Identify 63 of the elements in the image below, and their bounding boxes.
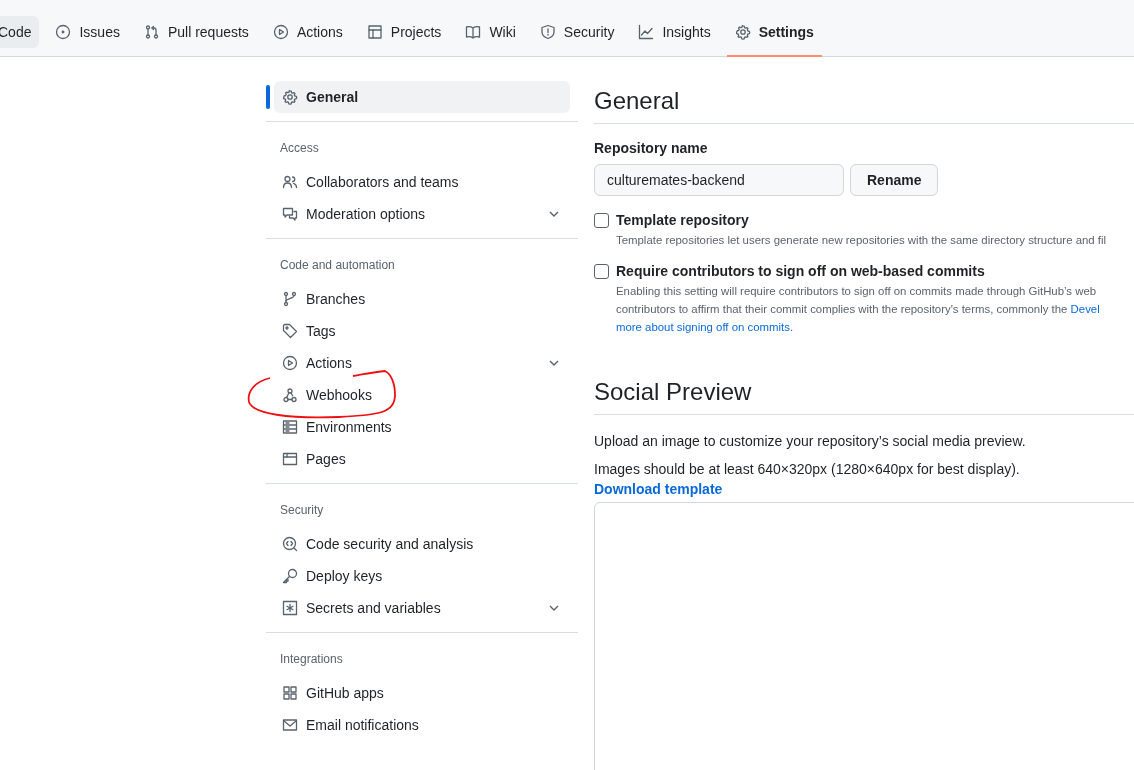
people-icon	[282, 174, 298, 190]
checkbox[interactable]	[594, 213, 609, 228]
sidebar-item[interactable]: Moderation options	[274, 198, 570, 230]
option-title: Template repository	[616, 212, 750, 228]
browser-window-icon	[282, 451, 298, 467]
apps-grid-icon	[282, 685, 298, 701]
repo-tab[interactable]: Actions	[264, 16, 351, 48]
section-title: Integrations	[279, 651, 344, 668]
section-heading: Social Preview	[594, 372, 1134, 415]
description-text: Upload an image to customize your repository’s social media preview.	[594, 433, 1027, 449]
asterisk-box-icon	[282, 600, 298, 616]
sidebar-item[interactable]: Collaborators and teams	[274, 166, 570, 198]
table-icon	[366, 24, 383, 40]
play-icon	[272, 24, 289, 40]
repo-tab[interactable]: Projects	[358, 16, 450, 48]
sidebar-item[interactable]: Email notifications	[274, 709, 570, 741]
shield-icon	[539, 24, 556, 40]
graph-icon	[638, 24, 655, 40]
key-icon	[282, 568, 298, 584]
field-label: Repository name	[594, 140, 709, 156]
selection-bar	[266, 85, 270, 109]
webhook-icon	[282, 387, 298, 403]
tag-icon	[282, 323, 298, 339]
download-template-link[interactable]: Download template	[594, 481, 723, 497]
speech-bubbles-icon	[282, 206, 298, 222]
sidebar-item[interactable]: Actions	[274, 347, 570, 379]
repo-tab[interactable]: Insights	[630, 16, 719, 48]
option-description: Template repositories let users generate new repositories with the same directory structure and fil	[616, 233, 1107, 248]
repo-tab[interactable]: Wiki	[457, 16, 524, 48]
repository-name-field[interactable]: culturemates-backend	[594, 164, 844, 196]
book-icon	[465, 24, 482, 40]
sidebar-item[interactable]: Tags	[274, 315, 570, 347]
code-scan-icon	[282, 536, 298, 552]
repo-tab[interactable]: Pull requests	[135, 16, 257, 48]
hint-text: Images should be at least 640×320px (1280×640px for best display).	[594, 461, 1021, 477]
sidebar-item[interactable]: Pages	[274, 443, 570, 475]
envelope-icon	[282, 717, 298, 733]
pull-request-icon	[143, 24, 160, 40]
server-icon	[282, 419, 298, 435]
section-title: Code and automation	[279, 257, 396, 274]
branch-icon	[282, 291, 298, 307]
option-description: Enabling this setting will require contributors to sign off on commits made through GitHub’s web contributors to affirm that their commit complies with the repository's terms, commonly the Devel more about signing off on commits.	[616, 284, 1100, 335]
sidebar-item[interactable]: Secrets and variables	[274, 592, 570, 624]
repo-tab[interactable]: Issues	[47, 16, 128, 48]
link[interactable]: more about signing off on commits	[616, 321, 790, 333]
repo-tab[interactable]: Security	[531, 16, 623, 48]
sidebar-item[interactable]: Branches	[274, 283, 570, 315]
link[interactable]: Devel	[1070, 303, 1100, 315]
section-title: Security	[279, 502, 325, 519]
gear-icon	[282, 89, 298, 105]
checkbox[interactable]	[594, 264, 609, 279]
section-title: Access	[279, 140, 320, 157]
sidebar-item[interactable]: GitHub apps	[274, 677, 570, 709]
sidebar-item[interactable]: Code security and analysis	[274, 528, 570, 560]
option-title: Require contributors to sign off on web-based commits	[616, 263, 986, 279]
rename-button[interactable]: Rename	[850, 164, 939, 196]
sidebar-item[interactable]: Deploy keys	[274, 560, 570, 592]
gear-icon	[734, 24, 751, 40]
sidebar-item[interactable]: General	[274, 81, 570, 113]
section-heading: General	[594, 81, 1134, 124]
sidebar-item[interactable]: Environments	[274, 411, 570, 443]
play-icon	[282, 355, 298, 371]
sidebar-item[interactable]: Webhooks	[274, 379, 570, 411]
